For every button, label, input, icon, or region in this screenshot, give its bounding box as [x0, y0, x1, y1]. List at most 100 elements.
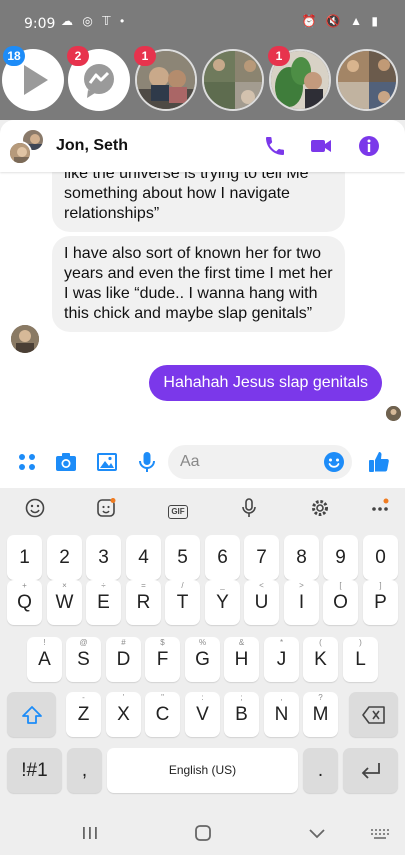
key-b[interactable]: ; B — [224, 692, 259, 737]
key-label: K — [314, 649, 327, 670]
key-label: E — [97, 592, 110, 613]
chat-head-badge: 1 — [134, 46, 156, 66]
comma-key[interactable]: , — [67, 748, 102, 793]
key-label: Z — [77, 704, 90, 725]
key-label: T — [176, 592, 189, 613]
backspace-key[interactable] — [349, 692, 398, 737]
key-h[interactable]: & H — [224, 637, 259, 682]
key-j[interactable]: * J — [264, 637, 299, 682]
key-label: O — [333, 592, 348, 613]
key-hint: > — [299, 581, 304, 590]
key-hint: [ — [339, 581, 342, 590]
system-status-icons: ⏰ 🔇 ▲ ▮ — [301, 14, 381, 28]
key-4[interactable]: 4 — [126, 535, 161, 580]
key-l[interactable]: ) L — [343, 637, 378, 682]
key-9[interactable]: 9 — [323, 535, 358, 580]
chat-header: Jon, Seth — [0, 120, 405, 172]
message-text: I have also sort of known her for two ye… — [64, 245, 333, 322]
key-label: B — [235, 704, 248, 725]
key-v[interactable]: :V — [185, 692, 220, 737]
key-w[interactable]: × W — [47, 580, 82, 625]
gallery-icon[interactable] — [95, 450, 119, 474]
read-receipt-avatar — [386, 406, 401, 421]
key-c[interactable]: " C — [145, 692, 180, 737]
key-label: J — [276, 649, 287, 670]
key-label: W — [55, 592, 74, 613]
key-k[interactable]: (K — [303, 637, 338, 682]
key-1[interactable]: 1 — [7, 535, 42, 580]
emoji-keyboard-icon[interactable] — [24, 497, 46, 519]
key-6[interactable]: 6 — [205, 535, 240, 580]
key-8[interactable]: 8 — [284, 535, 319, 580]
home-icon[interactable] — [191, 821, 215, 845]
key-hint: ÷ — [101, 581, 106, 590]
key-hint: × — [62, 581, 67, 590]
key-s[interactable]: @ S — [66, 637, 101, 682]
symbols-key[interactable]: !#1 — [7, 748, 62, 793]
key-label: L — [355, 649, 366, 670]
key-e[interactable]: ÷ E — [86, 580, 121, 625]
key-hint: ; — [240, 693, 243, 702]
key-t[interactable]: / T — [165, 580, 200, 625]
info-icon[interactable] — [357, 134, 381, 158]
more-options-icon[interactable] — [369, 497, 391, 519]
shift-key[interactable] — [7, 692, 56, 737]
apps-grid-icon[interactable] — [15, 450, 39, 474]
key-hint: ? — [318, 693, 323, 702]
key-hint: = — [141, 581, 146, 590]
group-avatar[interactable] — [8, 128, 46, 166]
key-label: H — [234, 649, 249, 670]
phone-icon[interactable] — [263, 134, 287, 158]
key-n[interactable]: ,N — [264, 692, 299, 737]
keyboard-switch-icon[interactable] — [368, 821, 392, 845]
key-hint: ] — [379, 581, 382, 590]
key-z[interactable]: -Z — [66, 692, 101, 737]
microphone-icon[interactable] — [135, 450, 159, 474]
key-y[interactable]: _ Y — [205, 580, 240, 625]
chat-head-group[interactable] — [336, 49, 398, 111]
recent-apps-icon[interactable] — [78, 821, 102, 845]
camera-icon[interactable] — [54, 450, 78, 474]
video-call-icon[interactable] — [309, 134, 333, 158]
gif-button[interactable]: GIF — [167, 497, 189, 519]
emoji-icon[interactable] — [322, 450, 346, 474]
key-q[interactable]: + Q — [7, 580, 42, 625]
key-7[interactable]: 7 — [244, 535, 279, 580]
message-composer — [0, 440, 405, 488]
key-0[interactable]: 0 — [363, 535, 398, 580]
key-3[interactable]: 3 — [86, 535, 121, 580]
sticker-icon[interactable] — [95, 497, 117, 519]
chat-head-badge: 2 — [67, 46, 89, 66]
key-a[interactable]: ! A — [27, 637, 62, 682]
chat-title[interactable]: Jon, Seth — [56, 137, 128, 155]
key-hint: ' — [122, 693, 125, 702]
key-x[interactable]: ' X — [106, 692, 141, 737]
voice-input-icon[interactable] — [238, 497, 260, 519]
key-f[interactable]: $ F — [145, 637, 180, 682]
key-d[interactable]: # D — [106, 637, 141, 682]
key-label: R — [136, 592, 151, 613]
key-5[interactable]: 5 — [165, 535, 200, 580]
enter-key[interactable] — [343, 748, 398, 793]
space-key[interactable]: English (US) — [107, 748, 298, 793]
key-hint: / — [181, 581, 184, 590]
notification-icons: ☁ ◎ 𝕋 • — [61, 14, 128, 28]
settings-gear-icon[interactable] — [309, 497, 331, 519]
back-chevron-down-icon[interactable] — [305, 821, 329, 845]
keyboard-toolbar: GIF — [0, 488, 405, 528]
key-label: P — [374, 592, 387, 613]
chat-head-group[interactable] — [202, 49, 264, 111]
sender-avatar[interactable] — [11, 325, 39, 353]
key-g[interactable]: % G — [185, 637, 220, 682]
key-r[interactable]: = R — [126, 580, 161, 625]
key-o[interactable]: [O — [323, 580, 358, 625]
key-2[interactable]: 2 — [47, 535, 82, 580]
key-i[interactable]: > I — [284, 580, 319, 625]
key-m[interactable]: ? M — [303, 692, 338, 737]
key-p[interactable]: ] P — [363, 580, 398, 625]
message-text: like the universe is trying to tell Me s… — [64, 165, 309, 222]
key-label: X — [117, 704, 130, 725]
like-thumb-icon[interactable] — [367, 450, 391, 474]
key-u[interactable]: < U — [244, 580, 279, 625]
period-key[interactable]: . — [303, 748, 338, 793]
